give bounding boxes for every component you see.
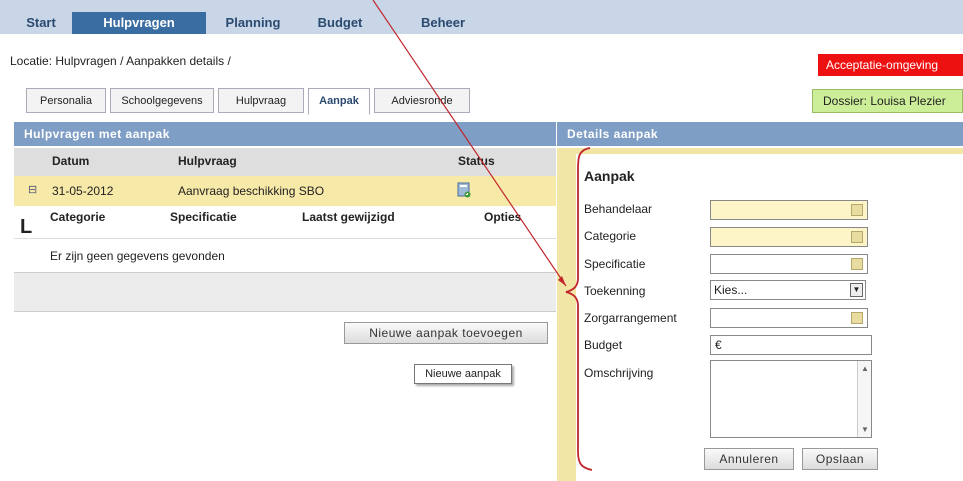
annotation-arrowhead <box>558 276 566 286</box>
annotation-bracket <box>565 147 593 471</box>
annotation-arrow-line <box>372 0 567 287</box>
annotation-overlay <box>372 0 593 471</box>
